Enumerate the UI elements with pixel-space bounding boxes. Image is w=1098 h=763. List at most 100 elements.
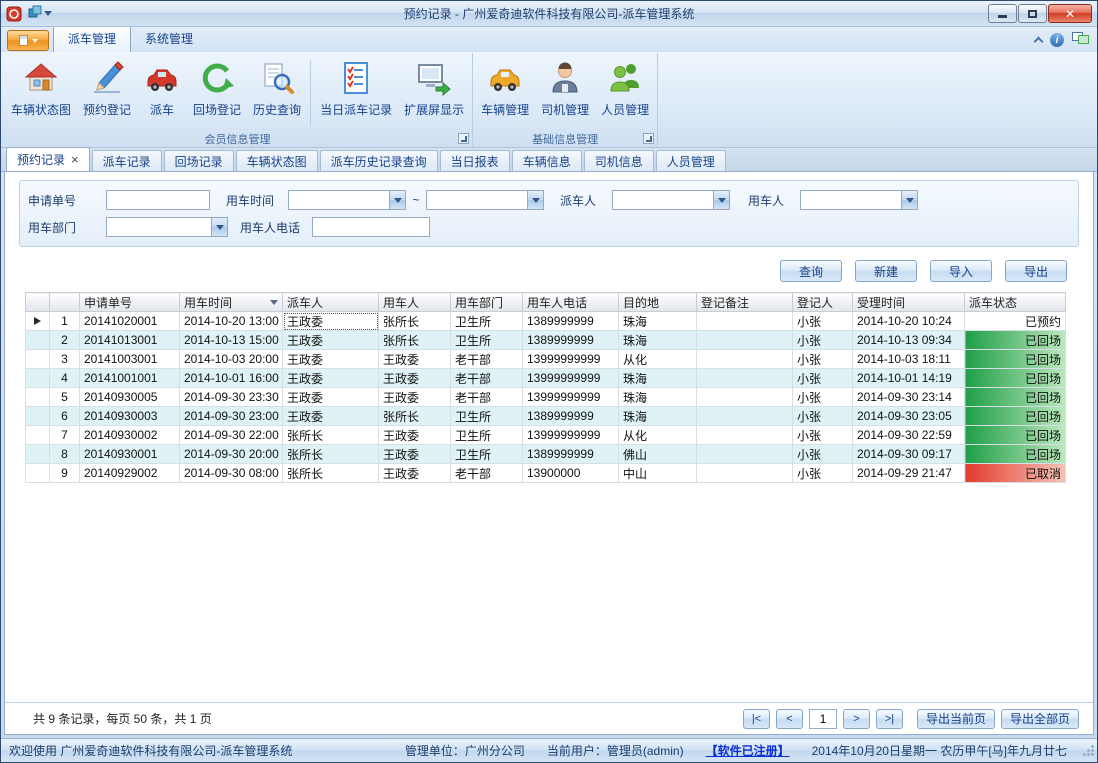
dropdown-button[interactable]: [211, 218, 227, 236]
cell-user[interactable]: 王政委: [379, 445, 451, 464]
dialog-launcher-icon[interactable]: [458, 133, 469, 144]
tab-vehicle-info[interactable]: 车辆信息: [512, 150, 582, 171]
cell-dest[interactable]: 佛山: [619, 445, 697, 464]
cell-phone[interactable]: 13900000: [523, 464, 619, 483]
table-row[interactable]: 7201409300022014-09-30 22:00张所长王政委卫生所139…: [26, 426, 1066, 445]
cell-user[interactable]: 王政委: [379, 369, 451, 388]
history-query-button[interactable]: 历史查询: [247, 55, 307, 130]
cell-dept[interactable]: 老干部: [451, 369, 523, 388]
dispatch-button[interactable]: 派车: [137, 55, 187, 130]
column-header[interactable]: 申请单号: [80, 293, 180, 312]
cell-registrar[interactable]: 小张: [793, 407, 853, 426]
table-row[interactable]: 4201410010012014-10-01 16:00王政委王政委老干部139…: [26, 369, 1066, 388]
cell-dest[interactable]: 从化: [619, 426, 697, 445]
cell-status[interactable]: 已回场: [965, 407, 1066, 426]
cell-remark[interactable]: [697, 312, 793, 331]
cell-status[interactable]: 已回场: [965, 388, 1066, 407]
dispatcher-input[interactable]: [613, 191, 713, 209]
close-tab-icon[interactable]: ×: [71, 153, 79, 166]
tab-return-records[interactable]: 回场记录: [164, 150, 234, 171]
export-current-page-button[interactable]: 导出当前页: [917, 709, 995, 729]
first-page-button[interactable]: |<: [743, 709, 770, 729]
cell-dispatcher[interactable]: 王政委: [283, 369, 379, 388]
minimize-button[interactable]: [988, 4, 1017, 23]
vehicle-status-map-button[interactable]: 车辆状态图: [5, 55, 77, 130]
cell-accept_time[interactable]: 2014-09-30 09:17: [853, 445, 965, 464]
cell-dispatcher[interactable]: 王政委: [283, 407, 379, 426]
cell-remark[interactable]: [697, 426, 793, 445]
cell-remark[interactable]: [697, 445, 793, 464]
cell-phone[interactable]: 13999999999: [523, 369, 619, 388]
next-page-button[interactable]: >: [843, 709, 870, 729]
cell-use_time[interactable]: 2014-09-30 23:30: [180, 388, 283, 407]
table-row[interactable]: 2201410130012014-10-13 15:00王政委张所长卫生所138…: [26, 331, 1066, 350]
cell-apply_no[interactable]: 20141020001: [80, 312, 180, 331]
tab-vehicle-status-map[interactable]: 车辆状态图: [236, 150, 318, 171]
column-header[interactable]: 用车时间: [180, 293, 283, 312]
column-header[interactable]: 登记备注: [697, 293, 793, 312]
driver-manage-button[interactable]: 司机管理: [535, 55, 595, 130]
cell-user[interactable]: 王政委: [379, 388, 451, 407]
return-register-button[interactable]: 回场登记: [187, 55, 247, 130]
page-number-input[interactable]: [809, 709, 837, 729]
cell-user[interactable]: 张所长: [379, 312, 451, 331]
cell-dispatcher[interactable]: 王政委: [283, 350, 379, 369]
cell-phone[interactable]: 13999999999: [523, 350, 619, 369]
cell-registrar[interactable]: 小张: [793, 464, 853, 483]
resize-grip[interactable]: [1082, 744, 1095, 760]
cell-dispatcher[interactable]: 张所长: [283, 426, 379, 445]
cell-phone[interactable]: 13999999999: [523, 388, 619, 407]
cell-use_time[interactable]: 2014-10-03 20:00: [180, 350, 283, 369]
cell-use_time[interactable]: 2014-10-13 15:00: [180, 331, 283, 350]
use-time-from-input[interactable]: [289, 191, 389, 209]
cell-dispatcher[interactable]: 张所长: [283, 464, 379, 483]
personnel-manage-button[interactable]: 人员管理: [595, 55, 655, 130]
cell-use_time[interactable]: 2014-10-20 13:00: [180, 312, 283, 331]
table-row[interactable]: 5201409300052014-09-30 23:30王政委王政委老干部139…: [26, 388, 1066, 407]
cell-status[interactable]: 已回场: [965, 369, 1066, 388]
column-header[interactable]: 派车状态: [965, 293, 1066, 312]
cell-accept_time[interactable]: 2014-09-30 23:14: [853, 388, 965, 407]
use-time-to-combo[interactable]: [426, 190, 544, 210]
cell-dept[interactable]: 卫生所: [451, 445, 523, 464]
cell-remark[interactable]: [697, 331, 793, 350]
tab-reservation-records[interactable]: 预约记录×: [6, 147, 90, 171]
cell-status[interactable]: 已取消: [965, 464, 1066, 483]
ribbon-tab-system-manage[interactable]: 系统管理: [131, 26, 207, 52]
apply-no-input[interactable]: [106, 190, 210, 210]
collapse-ribbon-icon[interactable]: [1034, 37, 1044, 47]
cell-status[interactable]: 已回场: [965, 350, 1066, 369]
cell-phone[interactable]: 1389999999: [523, 331, 619, 350]
cell-apply_no[interactable]: 20140930003: [80, 407, 180, 426]
cell-remark[interactable]: [697, 388, 793, 407]
cell-dept[interactable]: 卫生所: [451, 331, 523, 350]
cell-apply_no[interactable]: 20141001001: [80, 369, 180, 388]
column-header[interactable]: 登记人: [793, 293, 853, 312]
use-time-to-input[interactable]: [427, 191, 527, 209]
tab-dispatch-records[interactable]: 派车记录: [92, 150, 162, 171]
use-time-from-combo[interactable]: [288, 190, 406, 210]
license-link[interactable]: 【软件已注册】: [706, 742, 790, 759]
table-row[interactable]: 9201409290022014-09-30 08:00张所长王政委老干部139…: [26, 464, 1066, 483]
cell-accept_time[interactable]: 2014-10-20 10:24: [853, 312, 965, 331]
info-icon[interactable]: i: [1050, 33, 1064, 47]
vehicle-manage-button[interactable]: 车辆管理: [475, 55, 535, 130]
cell-accept_time[interactable]: 2014-09-29 21:47: [853, 464, 965, 483]
column-header[interactable]: 用车人电话: [523, 293, 619, 312]
cell-apply_no[interactable]: 20141003001: [80, 350, 180, 369]
column-header[interactable]: 用车部门: [451, 293, 523, 312]
dual-screen-icon[interactable]: [1072, 32, 1089, 48]
dept-input[interactable]: [107, 218, 211, 236]
cell-dest[interactable]: 珠海: [619, 331, 697, 350]
cell-status[interactable]: 已回场: [965, 331, 1066, 350]
cell-apply_no[interactable]: 20140930001: [80, 445, 180, 464]
column-header[interactable]: 派车人: [283, 293, 379, 312]
cell-dest[interactable]: 从化: [619, 350, 697, 369]
user-input[interactable]: [801, 191, 901, 209]
cell-dispatcher[interactable]: 王政委: [283, 331, 379, 350]
cell-remark[interactable]: [697, 350, 793, 369]
cell-registrar[interactable]: 小张: [793, 426, 853, 445]
today-dispatch-records-button[interactable]: 当日派车记录: [314, 55, 398, 130]
user-combo[interactable]: [800, 190, 918, 210]
tab-daily-report[interactable]: 当日报表: [440, 150, 510, 171]
